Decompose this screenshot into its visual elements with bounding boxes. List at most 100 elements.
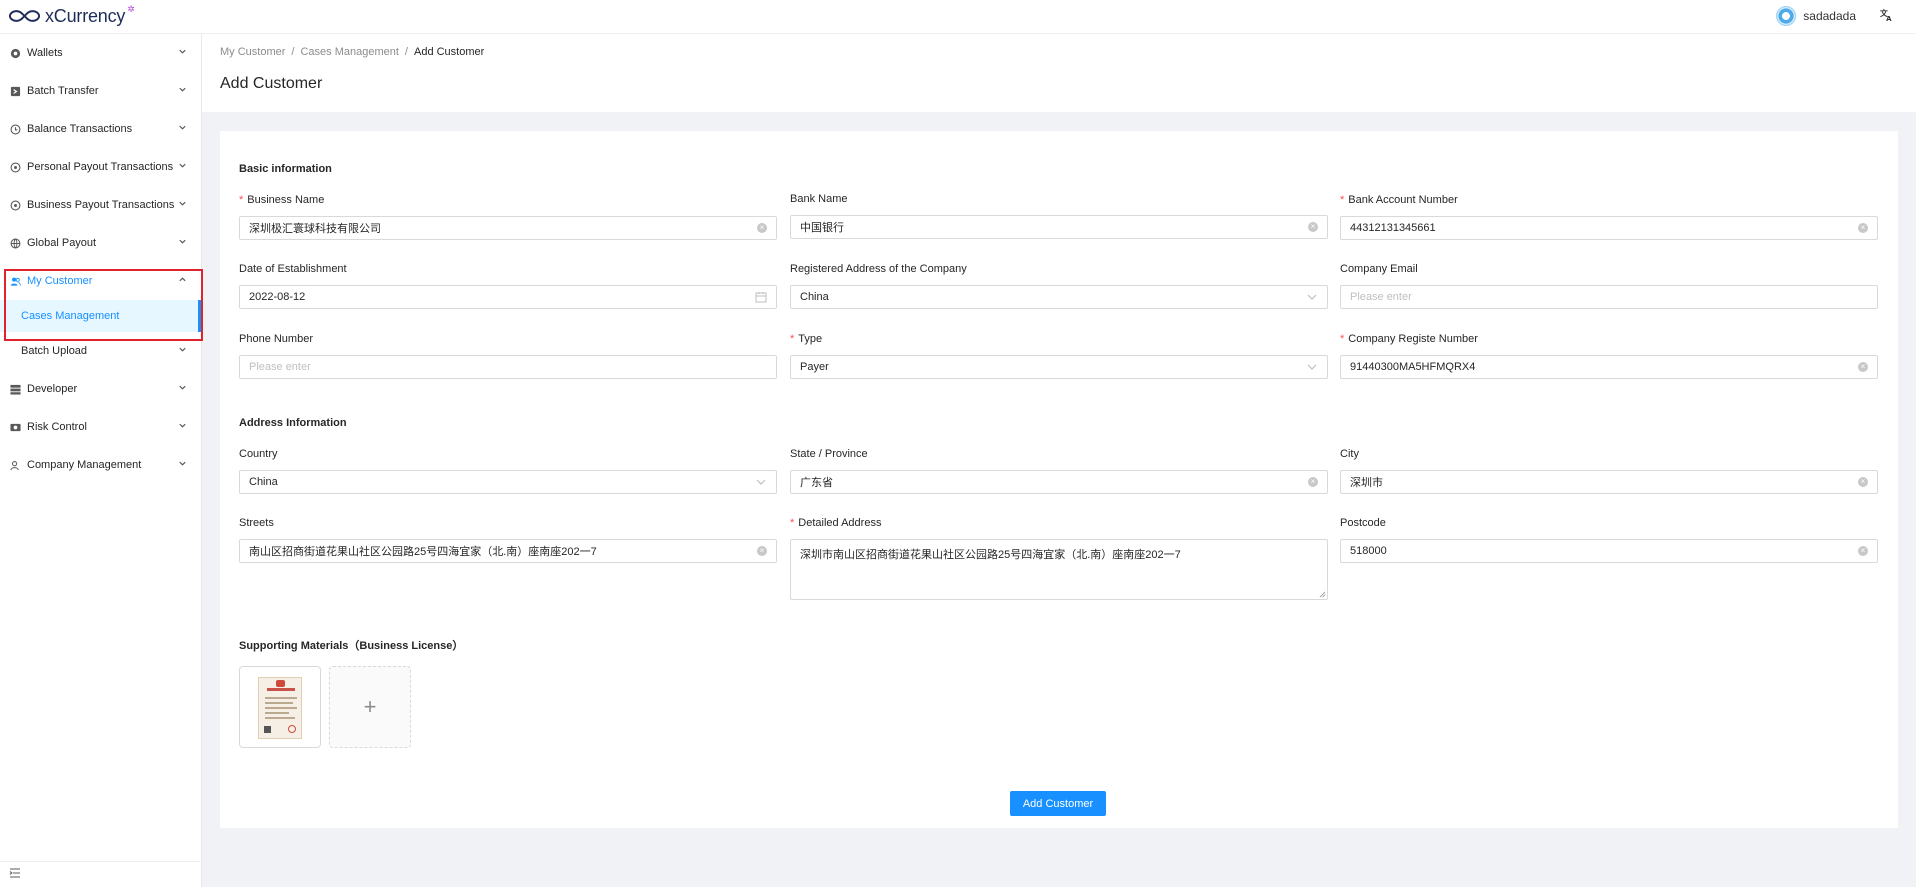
state-input[interactable]: 广东省 × [790,470,1328,494]
users-icon [10,276,21,287]
clear-icon[interactable]: × [1308,222,1318,232]
company-reg-input[interactable]: 91440300MA5HFMQRX4 × [1340,355,1878,379]
sidebar-item-batch-transfer[interactable]: Batch Transfer [0,72,201,110]
breadcrumb-separator: / [404,46,408,58]
detailed-address-label: * Detailed Address [790,517,882,529]
payout-icon [10,162,21,173]
business-license-thumbnail[interactable] [239,666,321,748]
streets-label: Streets [239,517,274,529]
sparkle-icon: ✲ [127,3,135,14]
business-name-input[interactable]: 深圳极汇寰球科技有限公司 × [239,216,777,240]
detailed-address-textarea[interactable]: 深圳市南山区招商街道花果山社区公园路25号四海宜家（北.南）座南座202一7 [790,539,1328,600]
clear-icon[interactable]: × [1308,477,1318,487]
date-established-picker[interactable]: 2022-08-12 [239,285,777,309]
sidebar-item-developer[interactable]: Developer [0,370,201,408]
infinity-logo-icon [8,10,41,22]
section-title-materials: Supporting Materials（Business License） [239,640,464,652]
sidebar-item-business-payout[interactable]: Business Payout Transactions [0,186,201,224]
sidebar-item-balance-transactions[interactable]: Balance Transactions [0,110,201,148]
city-label: City [1340,448,1359,460]
sidebar-item-wallets[interactable]: Wallets [0,34,201,72]
phone-input[interactable]: Please enter [239,355,777,379]
phone-label: Phone Number [239,333,313,345]
menu-collapse-icon[interactable] [9,867,21,879]
breadcrumb-current: Add Customer [413,46,485,58]
chevron-down-icon [179,423,186,428]
country-select[interactable]: China [239,470,777,494]
clear-icon[interactable]: × [1858,223,1868,233]
upload-add-button[interactable]: + [329,666,411,748]
page-title: Add Customer [220,75,323,92]
postcode-label: Postcode [1340,517,1386,529]
sidebar-item-my-customer[interactable]: My Customer [0,262,201,300]
clear-icon[interactable]: × [757,223,767,233]
state-label: State / Province [790,448,868,460]
chevron-down-icon [179,163,186,168]
chevron-down-icon [1307,364,1317,370]
sidebar-item-label: Business Payout Transactions [27,199,175,211]
user-menu[interactable]: sadadada [1776,6,1856,26]
resize-handle-icon[interactable] [1319,591,1326,598]
business-license-image [258,677,302,739]
page-header: My Customer / Cases Management / Add Cus… [202,34,1916,112]
wallet-icon [10,48,21,59]
calendar-icon [755,292,767,303]
clear-icon[interactable]: × [1858,546,1868,556]
clear-icon[interactable]: × [1858,477,1868,487]
bank-account-input[interactable]: 44312131345661 × [1340,216,1878,240]
sidebar-item-label: Batch Upload [21,345,88,357]
chevron-down-icon [179,347,186,352]
chevron-down-icon [179,385,186,390]
city-input[interactable]: 深圳市 × [1340,470,1878,494]
top-bar: xCurrency ✲ sadadada 文A [0,0,1916,34]
username: sadadada [1803,9,1856,23]
svg-text:A: A [1886,15,1892,22]
type-select[interactable]: Payer [790,355,1328,379]
company-email-input[interactable]: Please enter [1340,285,1878,309]
app-name: xCurrency [45,5,126,26]
payout-icon [10,200,21,211]
sidebar-item-company-management[interactable]: Company Management [0,446,201,484]
breadcrumb: My Customer / Cases Management / Add Cus… [220,46,484,58]
business-name-label: * Business Name [239,194,325,206]
chevron-down-icon [179,239,186,244]
sidebar-subitem-cases-management[interactable]: Cases Management [0,300,201,332]
developer-icon [10,384,21,395]
sidebar-item-personal-payout[interactable]: Personal Payout Transactions [0,148,201,186]
sidebar-item-label: My Customer [27,275,93,287]
plus-icon: + [363,694,377,719]
sidebar-subitem-label: Cases Management [21,310,120,322]
streets-input[interactable]: 南山区招商街道花果山社区公园路25号四海宜家（北.南）座南座202一7 × [239,539,777,563]
chevron-up-icon [179,277,186,282]
add-customer-button[interactable]: Add Customer [1010,791,1106,816]
bank-name-input[interactable]: 中国银行 × [790,215,1328,239]
translate-icon[interactable]: 文A [1880,8,1896,24]
globe-icon [10,238,21,249]
sidebar-item-label: Personal Payout Transactions [27,161,174,173]
registered-address-select[interactable]: China [790,285,1328,309]
company-email-label: Company Email [1340,263,1418,275]
sidebar-item-label: Developer [27,383,78,395]
section-title-address: Address Information [239,417,347,429]
type-label: * Type [790,333,823,345]
clear-icon[interactable]: × [1858,362,1868,372]
sidebar-item-batch-upload[interactable]: Batch Upload [0,332,201,370]
bank-account-label: * Bank Account Number [1340,194,1458,206]
breadcrumb-separator: / [291,46,295,58]
sidebar-item-label: Company Management [27,459,142,471]
chevron-down-icon [179,461,186,466]
sidebar-item-risk-control[interactable]: Risk Control [0,408,201,446]
sidebar-item-label: Risk Control [27,421,87,433]
company-reg-label: * Company Registe Number [1340,333,1478,345]
company-icon [10,460,21,471]
sidebar-item-label: Batch Transfer [27,85,99,97]
chevron-down-icon [179,125,186,130]
sidebar-item-global-payout[interactable]: Global Payout [0,224,201,262]
postcode-input[interactable]: 518000 × [1340,539,1878,563]
app-logo[interactable]: xCurrency ✲ [8,3,135,27]
breadcrumb-link-my-customer[interactable]: My Customer [220,46,285,58]
avatar [1776,6,1797,26]
breadcrumb-link-cases-management[interactable]: Cases Management [300,46,398,58]
sidebar-item-label: Global Payout [27,237,97,249]
clear-icon[interactable]: × [757,546,767,556]
